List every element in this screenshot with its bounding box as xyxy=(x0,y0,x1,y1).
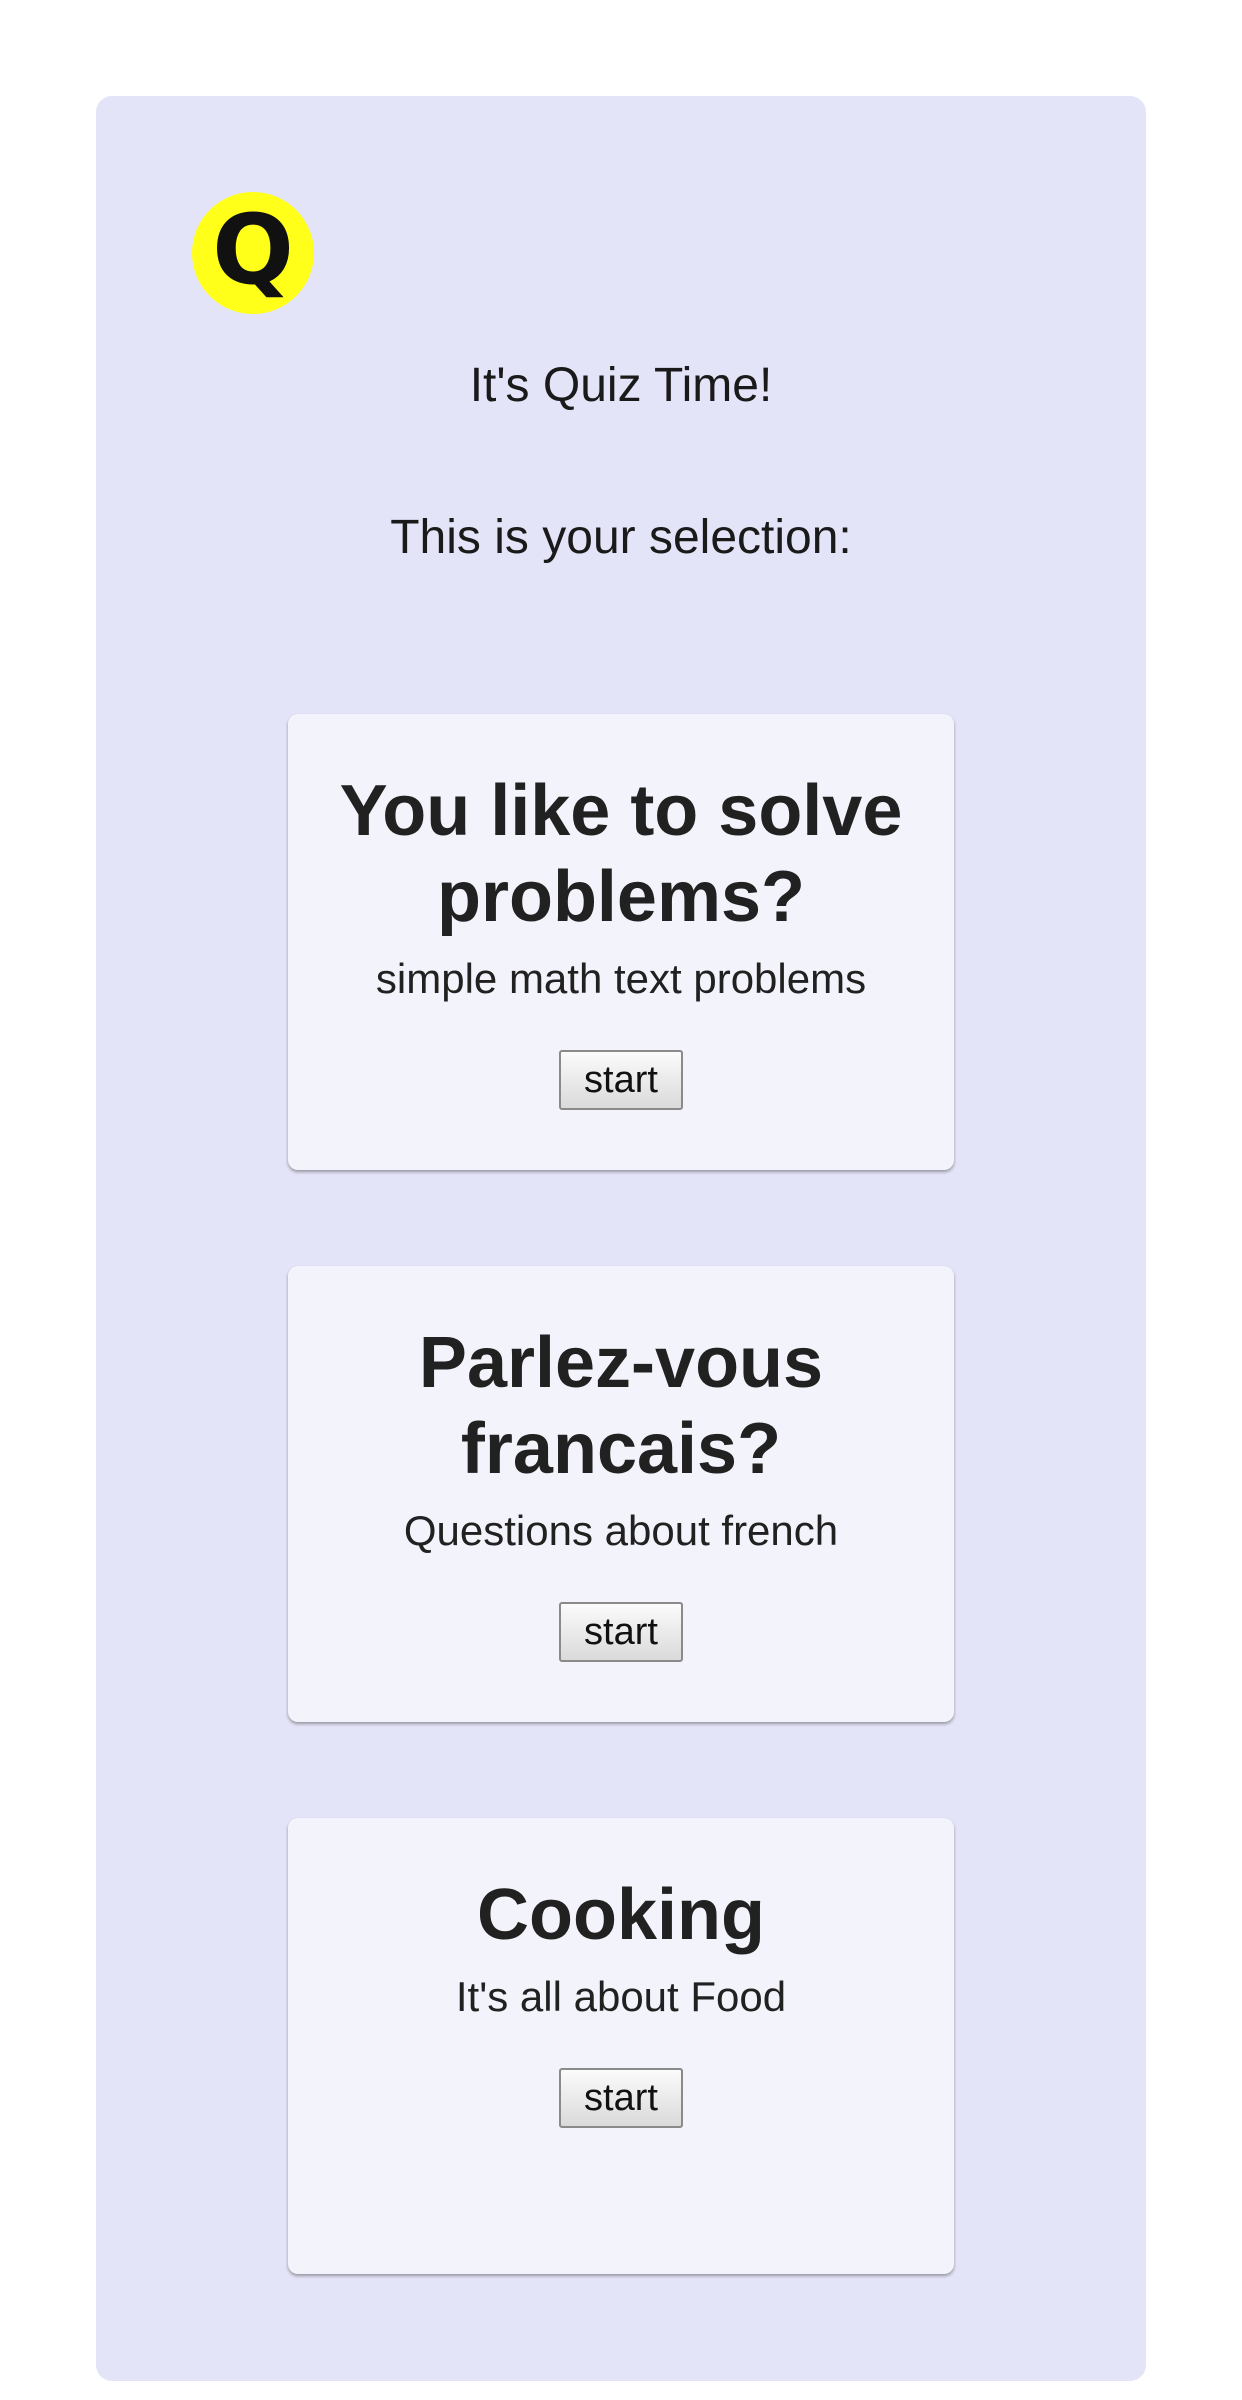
quiz-card-description: simple math text problems xyxy=(375,955,867,1002)
page-subtitle: This is your selection: xyxy=(390,511,852,564)
quiz-card-description: Questions about french xyxy=(403,1507,839,1554)
start-button[interactable]: start xyxy=(559,1050,683,1110)
start-button[interactable]: start xyxy=(559,2068,683,2128)
quiz-panel: Q It's Quiz Time! This is your selection… xyxy=(96,96,1146,2381)
quiz-card-title: Parlez-vous francais? xyxy=(418,1323,824,1489)
start-button[interactable]: start xyxy=(559,1602,683,1662)
quiz-card-title: Cooking xyxy=(477,1875,765,1955)
quiz-card-math: You like to solve problems? simple math … xyxy=(288,714,954,1170)
quiz-card-cooking: Cooking It's all about Food start xyxy=(288,1818,954,2274)
quiz-card-french: Parlez-vous francais? Questions about fr… xyxy=(288,1266,954,1722)
quiz-logo: Q xyxy=(192,192,314,314)
page-title: It's Quiz Time! xyxy=(469,359,773,412)
logo-letter: Q xyxy=(212,194,294,306)
quiz-card-title: You like to solve problems? xyxy=(339,771,903,937)
quiz-card-description: It's all about Food xyxy=(455,1973,787,2020)
